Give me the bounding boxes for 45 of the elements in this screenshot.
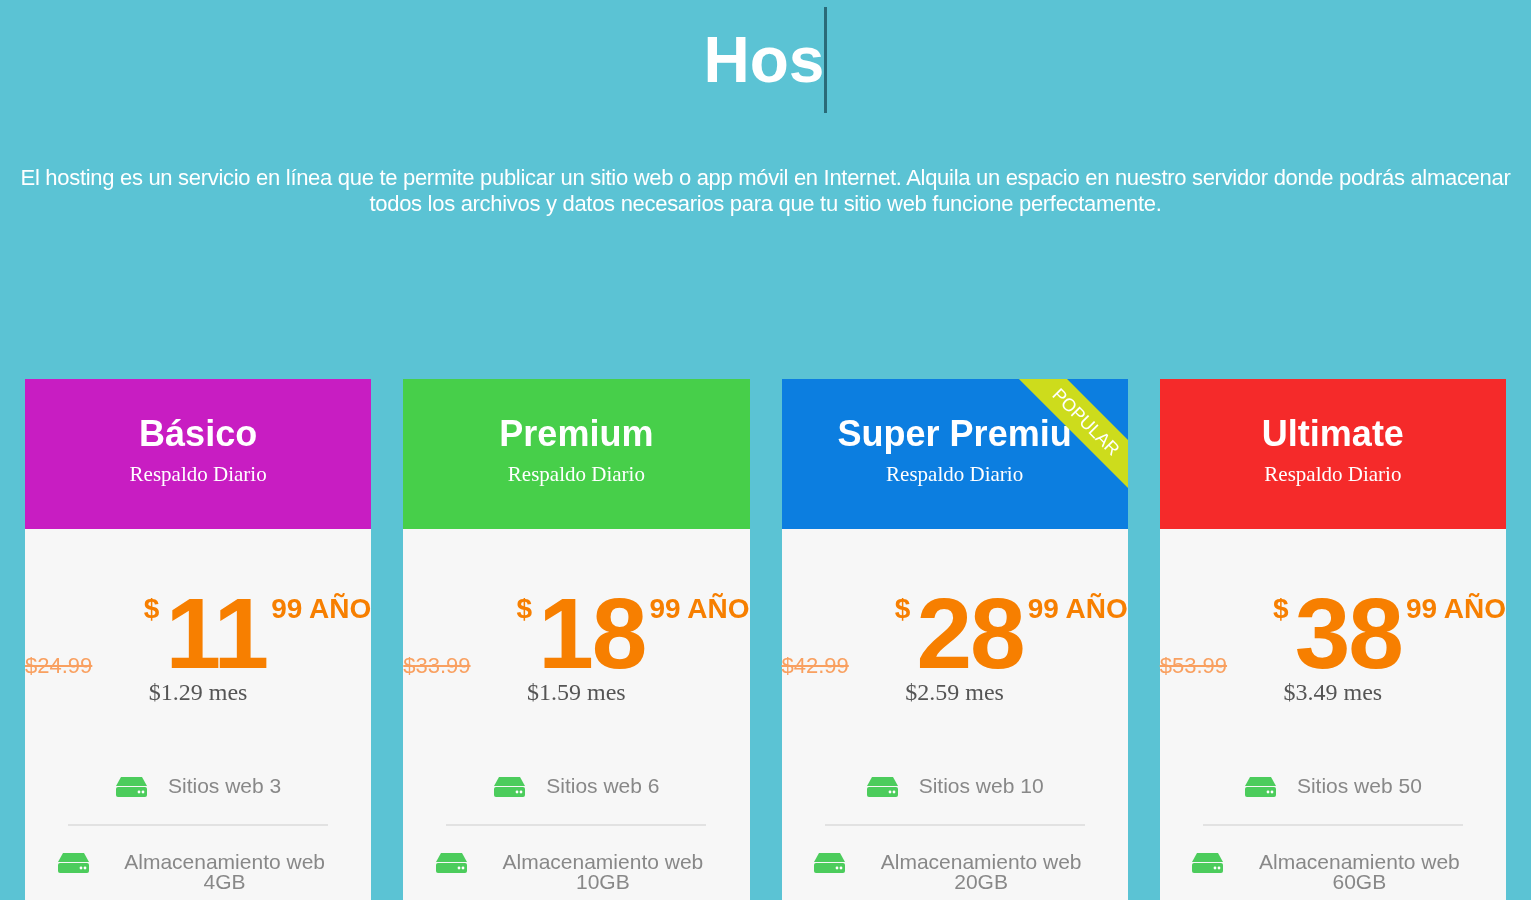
price-period: 99 AÑO xyxy=(1027,595,1128,623)
currency-symbol: $ xyxy=(143,595,160,623)
server-icon xyxy=(115,776,148,798)
old-price: $33.99 xyxy=(403,652,471,680)
server-icon xyxy=(56,852,90,874)
price: 18 xyxy=(538,591,646,675)
price: 28 xyxy=(916,591,1024,675)
price-period: 99 AÑO xyxy=(271,595,372,623)
feature-text: Sitios web 6 xyxy=(546,776,660,796)
currency-symbol: $ xyxy=(894,595,911,623)
description: El hosting es un servicio en línea que te permite publicar un sitio web o app móvil en Internet. Alquila un espacio en nuestro servidor donde podrás almacenar todos los archivos y datos necesarios para que tu sitio web funcione perfectamente. xyxy=(19,165,1512,217)
plan-subtitle: Respaldo Diario xyxy=(507,461,645,487)
price: 11 xyxy=(165,591,268,675)
price: 38 xyxy=(1294,591,1402,675)
server-icon xyxy=(493,776,527,798)
price-period: 99 AÑO xyxy=(649,595,750,623)
feature-text: Sitios web 10 xyxy=(918,776,1044,796)
monthly-price: $1.29 mes xyxy=(148,678,248,706)
old-price: $53.99 xyxy=(1159,652,1228,680)
old-price: $42.99 xyxy=(781,652,849,680)
server-icon xyxy=(865,776,899,798)
currency-symbol: $ xyxy=(1273,595,1289,623)
currency-symbol: $ xyxy=(516,595,533,623)
plan-subtitle: Respaldo Diario xyxy=(886,461,1024,487)
server-icon xyxy=(1191,852,1225,874)
feature-text: Sitios web 3 xyxy=(168,776,282,796)
server-icon xyxy=(434,852,468,874)
price-period: 99 AÑO xyxy=(1405,595,1506,623)
feature-text: Almacenamiento web 4GB xyxy=(123,852,326,892)
page-title: Hos xyxy=(703,28,825,92)
old-price: $24.99 xyxy=(25,652,93,680)
plan-subtitle: Respaldo Diario xyxy=(129,461,267,487)
feature-text: Sitios web 50 xyxy=(1296,776,1422,796)
server-icon xyxy=(1243,776,1277,798)
server-icon xyxy=(813,852,847,874)
plan-subtitle: Respaldo Diario xyxy=(1264,461,1402,487)
feature-text: Almacenamiento web 20GB xyxy=(879,852,1083,892)
monthly-price: $2.59 mes xyxy=(905,678,1004,706)
monthly-price: $1.59 mes xyxy=(527,678,626,706)
feature-text: Almacenamiento web 10GB xyxy=(501,852,705,892)
monthly-price: $3.49 mes xyxy=(1283,678,1383,706)
plan-name: Premium xyxy=(499,412,654,456)
feature-text: Almacenamiento web 60GB xyxy=(1258,852,1461,892)
plan-name: Ultimate xyxy=(1261,412,1404,456)
plan-name: Básico xyxy=(139,412,258,456)
